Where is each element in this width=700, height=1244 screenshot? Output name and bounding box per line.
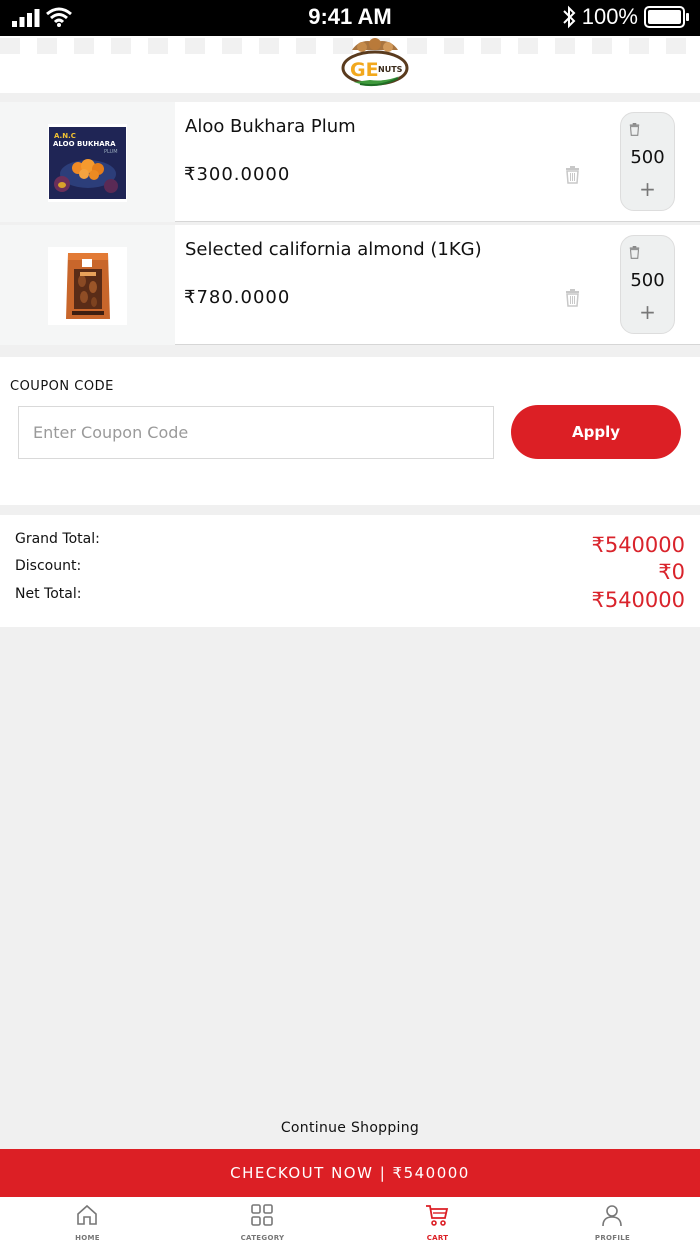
remove-item-icon[interactable] <box>629 246 640 259</box>
tab-category[interactable]: CATEGORY <box>175 1197 350 1244</box>
quantity-value: 500 <box>630 147 665 168</box>
product-image[interactable]: A.N.C ALOO BUKHARA PLUM <box>48 124 127 202</box>
tab-label: CATEGORY <box>240 1234 285 1242</box>
net-total-label: Net Total: <box>15 586 82 602</box>
increase-quantity-button[interactable]: + <box>621 177 674 201</box>
increase-quantity-button[interactable]: + <box>621 300 674 324</box>
product-image-subtitle: PLUM <box>104 149 118 155</box>
tab-label: HOME <box>75 1234 100 1242</box>
continue-shopping-link[interactable]: Continue Shopping <box>0 1120 700 1136</box>
product-name[interactable]: Selected california almond (1KG) <box>185 239 482 260</box>
cart-item: Selected california almond (1KG) ₹780.00… <box>0 225 700 345</box>
user-icon <box>602 1205 622 1227</box>
cart-icon <box>426 1205 449 1226</box>
grand-total-label: Grand Total: <box>15 531 100 547</box>
discount-label: Discount: <box>15 558 82 574</box>
tab-profile[interactable]: PROFILE <box>525 1197 700 1244</box>
svg-text:NUTS: NUTS <box>378 65 403 74</box>
product-image[interactable] <box>48 247 127 325</box>
grid-icon <box>251 1204 273 1226</box>
discount-value: ₹0 <box>658 560 685 584</box>
tab-home[interactable]: HOME <box>0 1197 175 1244</box>
bottom-tab-bar: HOME CATEGORY CART PROFILE <box>0 1197 700 1244</box>
product-thumb-area: A.N.C ALOO BUKHARA PLUM <box>0 102 175 222</box>
grand-total-value: ₹540000 <box>591 533 685 557</box>
net-total-value: ₹540000 <box>591 588 685 612</box>
quantity-stepper: 500 + <box>620 112 675 211</box>
svg-text:GE: GE <box>350 59 379 81</box>
quantity-value: 500 <box>630 270 665 291</box>
product-image-brand: A.N.C <box>54 132 76 140</box>
battery-percent: 100% <box>581 4 638 29</box>
bluetooth-icon <box>563 5 576 29</box>
product-thumb-area <box>0 225 175 345</box>
delete-icon[interactable] <box>565 289 580 307</box>
app-header: GE NUTS <box>0 36 700 93</box>
checkout-button[interactable]: CHECKOUT NOW | ₹540000 <box>0 1149 700 1197</box>
status-bar: 9:41 AM 100% <box>0 0 700 36</box>
home-icon <box>77 1204 97 1225</box>
quantity-stepper: 500 + <box>620 235 675 334</box>
delete-icon[interactable] <box>565 166 580 184</box>
tab-cart[interactable]: CART <box>350 1197 525 1244</box>
product-image-title: ALOO BUKHARA <box>53 140 116 148</box>
tab-label: CART <box>426 1234 449 1242</box>
coupon-label: COUPON CODE <box>10 379 114 394</box>
battery-icon <box>644 6 689 28</box>
cart-item: A.N.C ALOO BUKHARA PLUM Aloo Bukhara Plu… <box>0 102 700 222</box>
product-price: ₹780.0000 <box>184 287 291 308</box>
order-summary: Grand Total: ₹540000 Discount: ₹0 Net To… <box>0 515 700 627</box>
tab-label: PROFILE <box>594 1234 631 1242</box>
coupon-input[interactable] <box>18 406 494 459</box>
brand-logo[interactable]: GE NUTS <box>340 38 410 90</box>
product-price: ₹300.0000 <box>184 164 291 185</box>
apply-coupon-button[interactable]: Apply <box>511 405 681 459</box>
product-name[interactable]: Aloo Bukhara Plum <box>185 116 356 137</box>
coupon-section: COUPON CODE Apply <box>0 357 700 505</box>
remove-item-icon[interactable] <box>629 123 640 136</box>
